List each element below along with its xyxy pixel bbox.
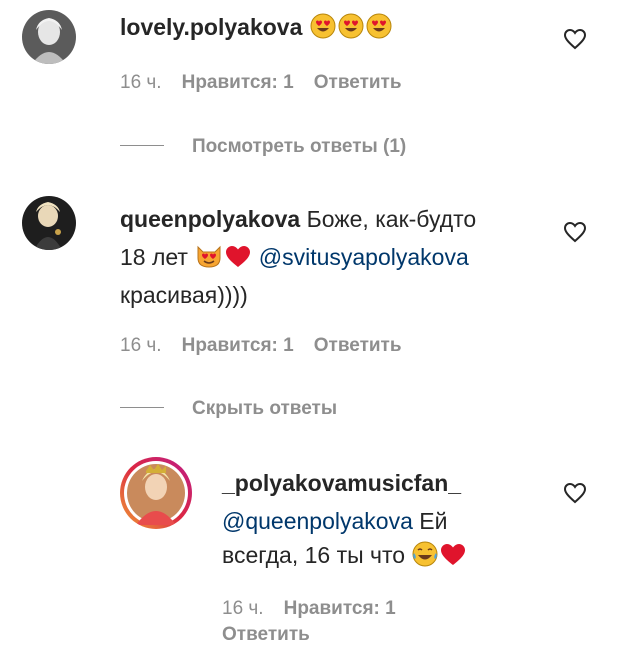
reply-button[interactable]: Ответить xyxy=(314,335,402,356)
heart-eyes-emoji xyxy=(310,13,336,46)
heart-eyes-cat-emoji xyxy=(195,243,223,276)
comment-text-line: 18 лет xyxy=(120,244,188,270)
comment-text-line: Ей xyxy=(419,508,448,534)
reply-meta: Ответить xyxy=(222,624,310,646)
comment-text: queenpolyakova Боже, как-будто xyxy=(120,204,476,234)
likes-count[interactable]: Нравится: 1 xyxy=(182,335,294,356)
reply-meta: 16 ч. Нравится: 1 xyxy=(222,598,396,620)
avatar[interactable] xyxy=(22,196,76,250)
divider-line xyxy=(120,407,164,409)
comment-text: 18 лет @svitusyapolyakova xyxy=(120,242,469,276)
timestamp: 16 ч. xyxy=(120,335,162,356)
heart-eyes-emoji xyxy=(338,13,364,46)
tears-of-joy-emoji xyxy=(412,541,438,574)
view-replies-button[interactable]: Посмотреть ответы (1) xyxy=(120,136,406,158)
avatar[interactable] xyxy=(22,10,76,64)
mention-link[interactable]: @queenpolyakova xyxy=(222,508,413,534)
likes-count[interactable]: Нравится: 1 xyxy=(284,598,396,619)
like-heart-icon[interactable] xyxy=(563,482,587,504)
hide-replies-button[interactable]: Скрыть ответы xyxy=(120,398,337,420)
like-heart-icon[interactable] xyxy=(563,221,587,243)
username[interactable]: queenpolyakova xyxy=(120,206,300,232)
comment-meta: 16 ч. Нравится: 1 Ответить xyxy=(120,72,402,94)
timestamp: 16 ч. xyxy=(222,598,264,619)
username[interactable]: lovely.polyakova xyxy=(120,14,302,40)
comment-text-line: Боже, как-будто xyxy=(306,206,477,232)
reply-text: _polyakovamusicfan_ xyxy=(222,468,461,498)
comment-text: lovely.polyakova xyxy=(120,12,393,46)
red-heart-emoji xyxy=(440,543,466,574)
comment-meta: 16 ч. Нравится: 1 Ответить xyxy=(120,335,402,357)
reply-text: всегда, 16 ты что xyxy=(222,540,467,574)
reply-text: @queenpolyakova Ей xyxy=(222,506,447,536)
comment-text-line: всегда, 16 ты что xyxy=(222,542,406,568)
username[interactable]: _polyakovamusicfan_ xyxy=(222,470,461,496)
likes-count[interactable]: Нравится: 1 xyxy=(182,72,294,93)
timestamp: 16 ч. xyxy=(120,72,162,93)
comment-text: красивая)))) xyxy=(120,280,248,310)
like-heart-icon[interactable] xyxy=(563,28,587,50)
avatar[interactable] xyxy=(120,457,192,529)
heart-eyes-emoji xyxy=(366,13,392,46)
comment-text-line: красивая)))) xyxy=(120,282,248,308)
reply-button[interactable]: Ответить xyxy=(314,72,402,93)
mention-link[interactable]: @svitusyapolyakova xyxy=(259,244,469,270)
reply-button[interactable]: Ответить xyxy=(222,624,310,645)
red-heart-emoji xyxy=(225,245,251,276)
divider-line xyxy=(120,145,164,147)
